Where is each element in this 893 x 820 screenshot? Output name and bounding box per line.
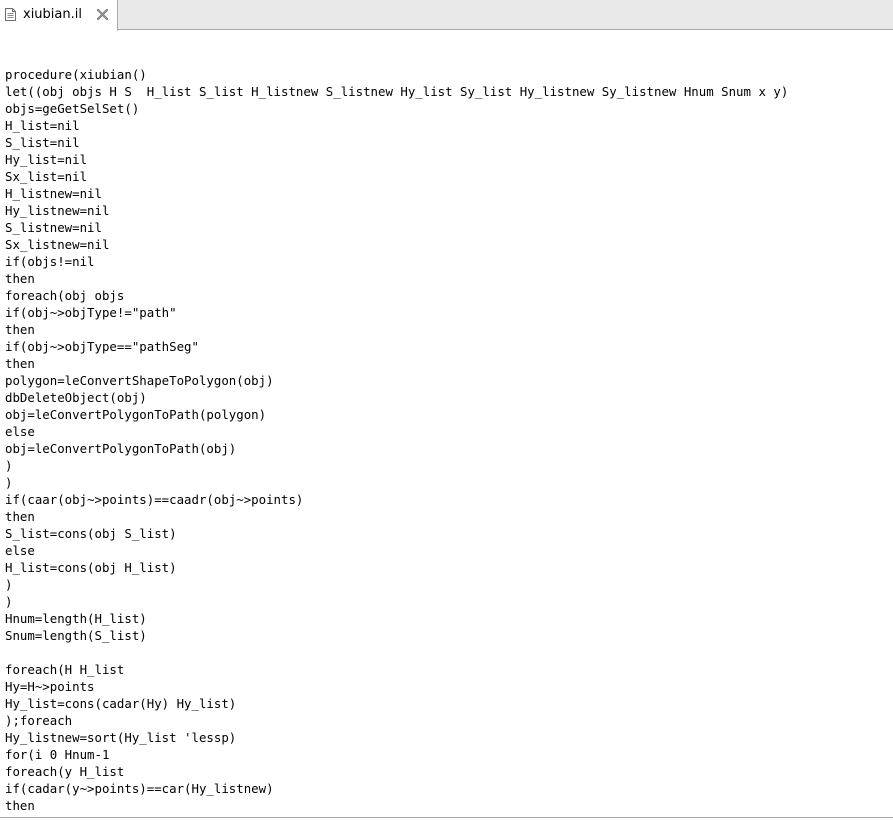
code-line: foreach(y H_list [5,764,125,779]
code-line: Hy=H~>points [5,679,95,694]
code-line: S_listnew=nil [5,220,102,235]
file-tab[interactable]: xiubian.il [0,0,118,31]
code-line: else [5,543,35,558]
code-line: then [5,271,35,286]
document-icon [5,8,16,21]
code-line: else [5,424,35,439]
code-line: Hy_list=nil [5,152,88,167]
code-line: for(i 0 Hnum-1 [5,747,110,762]
code-line: then [5,322,35,337]
code-line: S_list=cons(obj S_list) [5,526,177,541]
code-line: obj=leConvertPolygonToPath(obj) [5,441,237,456]
code-line: H_listnew=nil [5,186,102,201]
code-line: procedure(xiubian() [5,67,147,82]
code-line: Hy_listnew=sort(Hy_list 'lessp) [5,730,237,745]
code-line: Sx_listnew=nil [5,237,110,252]
code-line: if(caar(obj~>points)==caadr(obj~>points) [5,492,304,507]
code-line: foreach(H H_list [5,662,125,677]
code-line: let((obj objs H S H_list S_list H_listne… [5,84,789,99]
code-line: if(obj~>objType!="path" [5,305,177,320]
code-line: if(cadar(y~>points)==car(Hy_listnew) [5,781,274,796]
code-line: Sx_list=nil [5,169,88,184]
code-line: ) [5,577,13,592]
code-line: S_list=nil [5,135,80,150]
code-line: if(obj~>objType=="pathSeg" [5,339,199,354]
code-line: then [5,509,35,524]
code-line: Hy_listnew=nil [5,203,110,218]
tab-bar: xiubian.il [0,0,893,31]
code-line: polygon=leConvertShapeToPolygon(obj) [5,373,274,388]
editor-bottom-border [0,817,893,818]
code-line: foreach(obj objs [5,288,125,303]
code-line: ) [5,475,13,490]
code-line: then [5,356,35,371]
code-line: Hy_list=cons(cadar(Hy) Hy_list) [5,696,237,711]
code-text: procedure(xiubian() let((obj objs H S H_l… [5,49,788,818]
code-editor[interactable]: procedure(xiubian() let((obj objs H S H_l… [0,31,893,818]
code-line: H_list=cons(obj H_list) [5,560,177,575]
code-line: obj=leConvertPolygonToPath(polygon) [5,407,267,422]
code-line: if(objs!=nil [5,254,95,269]
tab-title: xiubian.il [23,7,82,22]
code-line: objs=geGetSelSet() [5,101,140,116]
code-line: dbDeleteObject(obj) [5,390,147,405]
code-line: ) [5,458,13,473]
close-icon[interactable] [96,8,109,21]
code-line: Hnum=length(H_list) [5,611,147,626]
code-line: );foreach [5,713,73,728]
code-line: then [5,798,35,813]
code-line: Snum=length(S_list) [5,628,147,643]
code-line: ) [5,594,13,609]
code-line: H_list=nil [5,118,80,133]
